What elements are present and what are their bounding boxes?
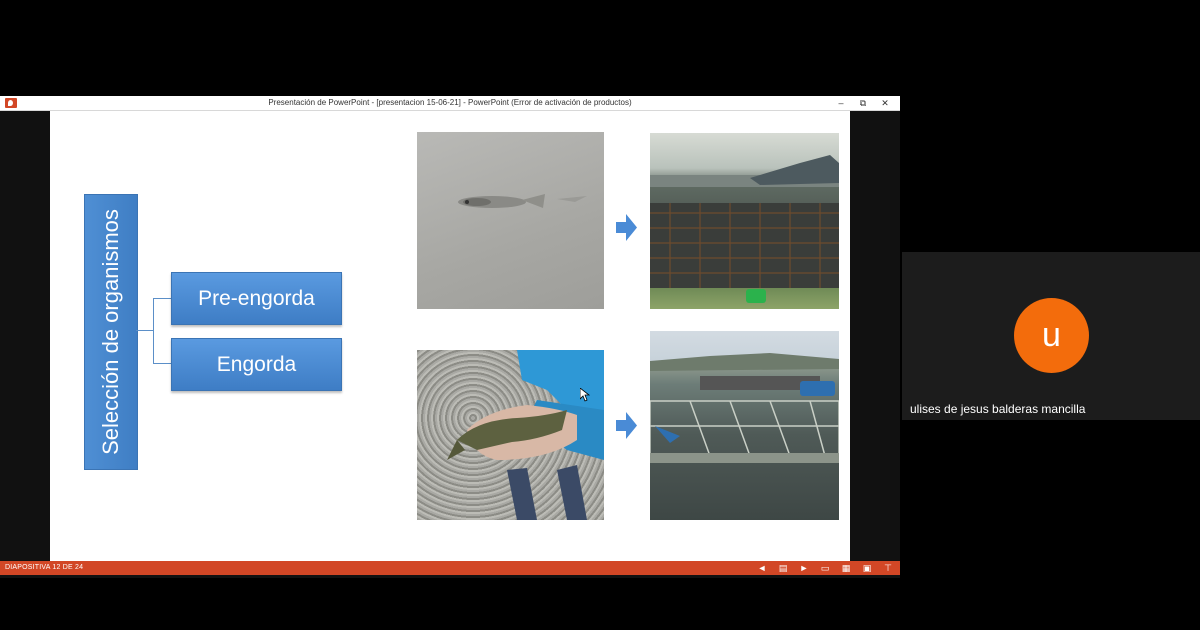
window-title: Presentación de PowerPoint - [presentaci… [268, 98, 632, 107]
participant-name: ulises de jesus balderas mancilla [910, 402, 1086, 416]
title-bar: Presentación de PowerPoint - [presentaci… [0, 96, 900, 111]
mouse-cursor-icon [580, 388, 590, 402]
window-controls: – ⧉ ✕ [830, 96, 896, 110]
smartart-main-box: Selección de organismos [84, 194, 138, 470]
tank-pond-photo [650, 133, 839, 309]
connector-line [153, 363, 171, 364]
reading-view-icon[interactable]: ▣ [861, 562, 873, 574]
slide-area: Selección de organismos Pre-engorda Engo… [0, 111, 900, 561]
connector-line [153, 298, 171, 299]
arrow-right-icon [616, 412, 637, 439]
normal-view-icon[interactable]: ▭ [819, 562, 831, 574]
participant-avatar: u [1014, 298, 1089, 373]
next-slide-icon[interactable]: ► [798, 562, 810, 574]
connector-line [153, 298, 154, 363]
prev-slide-icon[interactable]: ◄ [756, 562, 768, 574]
slide-counter: DIAPOSITIVA 12 DE 24 [5, 564, 84, 571]
slide-sorter-icon[interactable]: ▦ [840, 562, 852, 574]
floating-cage-photo [650, 331, 839, 520]
arrow-right-icon [616, 214, 637, 241]
notes-icon[interactable]: ▤ [777, 562, 789, 574]
restore-button[interactable]: ⧉ [852, 96, 874, 110]
slide[interactable]: Selección de organismos Pre-engorda Engo… [50, 111, 850, 561]
fish-fry-photo [417, 132, 604, 309]
slideshow-icon[interactable]: ⊤ [882, 562, 894, 574]
connector-line [136, 330, 153, 331]
close-button[interactable]: ✕ [874, 96, 896, 110]
smartart-branch-pre-engorda: Pre-engorda [171, 272, 342, 325]
hand-holding-fish-photo [417, 350, 604, 520]
smartart-branch-engorda: Engorda [171, 338, 342, 391]
minimize-button[interactable]: – [830, 96, 852, 110]
participant-tile[interactable]: u ulises de jesus balderas mancilla [902, 252, 1200, 420]
status-bar: DIAPOSITIVA 12 DE 24 ◄ ▤ ► ▭ ▦ ▣ ⊤ [0, 561, 900, 575]
powerpoint-window: Presentación de PowerPoint - [presentaci… [0, 96, 900, 578]
status-icons: ◄ ▤ ► ▭ ▦ ▣ ⊤ [756, 562, 894, 574]
smartart-main-label: Selección de organismos [98, 209, 123, 455]
